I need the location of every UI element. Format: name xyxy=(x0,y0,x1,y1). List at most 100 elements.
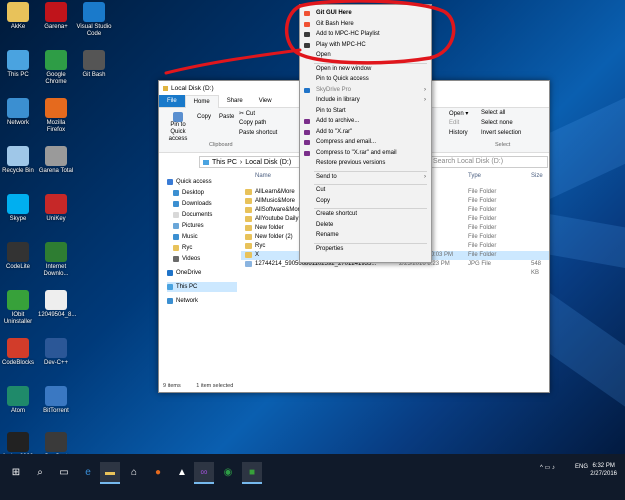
desktop-icon[interactable]: UniKey xyxy=(38,194,74,223)
visual-studio-button[interactable]: ∞ xyxy=(194,462,214,484)
desktop-icon[interactable]: SopCast xyxy=(38,432,74,454)
desktop-icon[interactable]: Garena+ xyxy=(38,2,74,31)
context-menu-item[interactable]: Compress and email... xyxy=(300,138,431,147)
desktop-icon[interactable]: foobar2000 xyxy=(0,432,36,454)
desktop-icon[interactable]: Mozilla Firefox xyxy=(38,98,74,134)
nav-item[interactable]: Pictures xyxy=(173,221,204,231)
context-menu-item[interactable]: Open in new window xyxy=(300,65,431,74)
desktop-icon[interactable]: Internet Downlo... xyxy=(38,242,74,278)
nav-item[interactable]: Desktop xyxy=(173,188,204,198)
column-name[interactable]: Name xyxy=(255,171,271,181)
copy-button[interactable]: Copy xyxy=(197,114,211,120)
context-menu-item[interactable]: Delete xyxy=(300,221,431,230)
context-menu-item[interactable]: SkyDrive Pro › xyxy=(300,86,431,95)
desktop-icon[interactable]: Dev-C++ xyxy=(38,338,74,367)
desktop-icon[interactable]: Visual Studio Code xyxy=(76,2,112,38)
context-menu-item[interactable]: Pin to Start xyxy=(300,107,431,116)
invert-selection-button[interactable]: Invert selection xyxy=(481,130,521,136)
context-menu-item[interactable]: Git Bash Here xyxy=(300,20,431,29)
edit-button[interactable]: Edit xyxy=(449,120,459,126)
app-taskbar-button[interactable]: ■ xyxy=(242,462,262,484)
context-menu-item[interactable]: Add to "X.rar" xyxy=(300,128,431,137)
nav-item[interactable]: Documents xyxy=(173,210,212,220)
nav-item[interactable]: OneDrive xyxy=(167,268,201,278)
tab-view[interactable]: View xyxy=(251,95,280,107)
desktop-icon[interactable]: BitTorrent xyxy=(38,386,74,415)
context-menu-item[interactable]: Pin to Quick access xyxy=(300,75,431,84)
context-menu-item[interactable]: Cut xyxy=(300,186,431,195)
context-menu-item[interactable]: Send to › xyxy=(300,173,431,182)
column-size[interactable]: Size xyxy=(531,171,543,181)
clock[interactable]: 6:32 PM 2/27/2016 xyxy=(590,462,617,478)
nav-item[interactable]: Network xyxy=(167,296,198,306)
breadcrumb-this-pc[interactable]: This PC xyxy=(212,159,237,166)
paste-button[interactable]: Paste xyxy=(219,114,234,120)
search-button[interactable]: ⌕ xyxy=(30,462,50,482)
tray-icons[interactable]: ^ ▭ ♪ xyxy=(540,464,555,471)
nav-item[interactable]: Videos xyxy=(173,254,200,264)
context-menu-item[interactable]: Compress to "X.rar" and email xyxy=(300,149,431,158)
chrome-taskbar-button[interactable]: ◉ xyxy=(218,462,238,482)
desktop-icon[interactable]: 12049504_8... xyxy=(38,290,76,319)
desktop-icon[interactable]: Google Chrome xyxy=(38,50,74,86)
desktop-icon[interactable]: Recycle Bin xyxy=(0,146,36,175)
context-menu-item[interactable]: Create shortcut xyxy=(300,210,431,219)
folder-icon xyxy=(245,252,252,258)
start-button[interactable]: ⊞ xyxy=(6,462,26,482)
history-button[interactable]: History xyxy=(449,130,468,136)
desktop-icon[interactable]: AkKe xyxy=(0,2,36,31)
desktop-icon[interactable]: Skype xyxy=(0,194,36,223)
explorer-taskbar-button[interactable]: ▬ xyxy=(100,462,120,484)
context-menu-item[interactable]: Add to archive... xyxy=(300,117,431,126)
vscode-icon xyxy=(83,2,105,22)
tab-share[interactable]: Share xyxy=(219,95,251,107)
context-menu-item[interactable]: Properties xyxy=(300,245,431,254)
desktop-icon[interactable]: IObit Uninstaller xyxy=(0,290,36,326)
context-menu-item[interactable]: Open xyxy=(300,51,431,60)
firefox-taskbar-button[interactable]: ● xyxy=(148,462,168,482)
edge-button[interactable]: e xyxy=(78,462,98,482)
nav-item[interactable]: This PC xyxy=(167,282,237,292)
column-type[interactable]: Type xyxy=(468,171,481,181)
search-input[interactable]: Search Local Disk (D:) xyxy=(429,156,548,168)
desktop-icon[interactable]: CodeBlocks xyxy=(0,338,36,367)
desktop-icon[interactable]: Garena Total xyxy=(38,146,74,175)
open-button[interactable]: Open ▾ xyxy=(449,110,468,117)
context-menu-item[interactable]: Git GUI Here xyxy=(300,9,431,18)
context-menu-item[interactable]: Include in library › xyxy=(300,96,431,105)
tab-home[interactable]: Home xyxy=(184,94,219,108)
cut-button[interactable]: ✂ Cut xyxy=(239,110,255,117)
nav-item[interactable]: Ryc xyxy=(173,243,192,253)
nav-item[interactable]: Quick access xyxy=(167,177,212,187)
paste-shortcut-button[interactable]: Paste shortcut xyxy=(239,130,277,136)
nav-item-label: Pictures xyxy=(182,223,204,229)
desktop-icon[interactable]: CodeLite xyxy=(0,242,36,271)
context-menu-item[interactable]: Add to MPC-HC Playlist xyxy=(300,30,431,39)
task-view-button[interactable]: ▭ xyxy=(54,462,74,482)
context-menu-item[interactable]: Copy xyxy=(300,197,431,206)
photos-button[interactable]: ▲ xyxy=(172,462,192,482)
desktop-icon[interactable]: Atom xyxy=(0,386,36,415)
context-menu-item-label: Add to "X.rar" xyxy=(316,128,353,135)
git-bash-icon xyxy=(304,21,310,27)
select-all-button[interactable]: Select all xyxy=(481,110,505,116)
desktop-icon[interactable]: Git Bash xyxy=(76,50,112,79)
store-button[interactable]: ⌂ xyxy=(124,462,144,482)
git-icon xyxy=(83,50,105,70)
context-menu-item[interactable]: Rename xyxy=(300,231,431,240)
file-name: X xyxy=(255,252,260,258)
select-none-button[interactable]: Select none xyxy=(481,120,513,126)
tab-file[interactable]: File xyxy=(159,95,185,107)
item-count: 9 items xyxy=(163,383,181,389)
context-menu-item[interactable]: Restore previous versions xyxy=(300,159,431,168)
pin-quick-access-button[interactable]: Pin to Quick access xyxy=(163,112,193,143)
language-indicator[interactable]: ENG xyxy=(575,464,588,470)
nav-item[interactable]: Downloads xyxy=(173,199,212,209)
nav-item-icon xyxy=(173,223,179,229)
desktop-icon[interactable]: This PC xyxy=(0,50,36,79)
copy-path-button[interactable]: Copy path xyxy=(239,120,266,126)
nav-item[interactable]: Music xyxy=(173,232,198,242)
desktop-icon[interactable]: Network xyxy=(0,98,36,127)
context-menu-item[interactable]: Play with MPC-HC xyxy=(300,41,431,50)
breadcrumb-local-disk[interactable]: Local Disk (D:) xyxy=(245,159,291,166)
